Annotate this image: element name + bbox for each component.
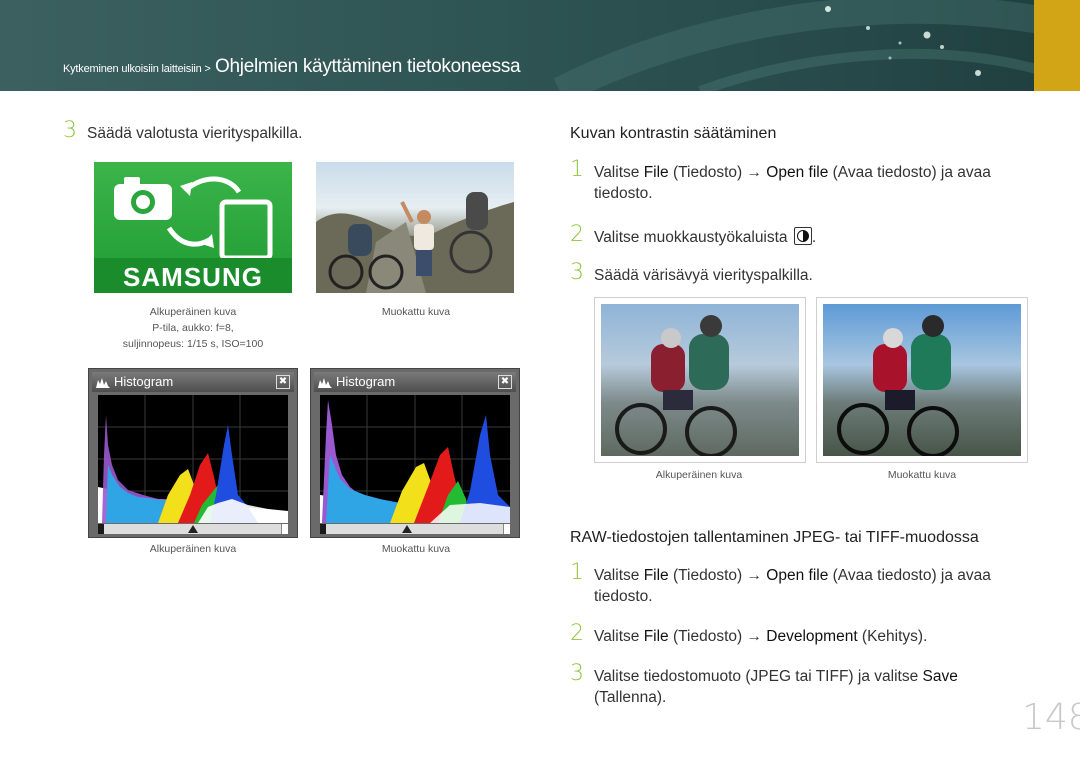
chapter-tab bbox=[1034, 0, 1080, 91]
histogram-window-modified: Histogram ✖ bbox=[310, 368, 520, 538]
breadcrumb: Kytkeminen ulkoisiin laitteisiin > Ohjel… bbox=[63, 56, 521, 78]
text-part: (Avaa tiedosto) ja avaa bbox=[828, 567, 991, 584]
text-part: Valitse bbox=[594, 164, 644, 181]
close-icon[interactable]: ✖ bbox=[498, 375, 512, 389]
text-part: (Tiedosto) → bbox=[668, 567, 767, 584]
step-number: 3 bbox=[570, 260, 584, 285]
breadcrumb-parent[interactable]: Kytkeminen ulkoisiin laitteisiin > bbox=[63, 63, 211, 75]
breadcrumb-current: Ohjelmien käyttäminen tietokoneessa bbox=[215, 56, 521, 77]
slider-black-point[interactable] bbox=[320, 524, 326, 534]
caption-modified-photo: Muokattu kuva bbox=[381, 306, 451, 318]
slider-handle[interactable] bbox=[402, 525, 412, 533]
page-number: 148 bbox=[1022, 697, 1080, 738]
cyclists-illustration bbox=[615, 315, 737, 456]
caption-modified-contrast: Muokattu kuva bbox=[887, 469, 957, 481]
step-text: Valitse muokkaustyökaluista . bbox=[594, 227, 817, 246]
caption-line: Alkuperäinen kuva bbox=[149, 306, 237, 318]
text-part: tiedosto. bbox=[594, 185, 653, 202]
section-heading-contrast: Kuvan kontrastin säätäminen bbox=[570, 125, 777, 142]
menu-keyword: Open file bbox=[766, 567, 829, 584]
histogram-icon bbox=[96, 378, 110, 388]
caption-line: P-tila, aukko: f=8, bbox=[152, 322, 234, 334]
step-number: 1 bbox=[570, 560, 584, 585]
photo-frame-original bbox=[594, 297, 806, 463]
step-text: Valitse File (Tiedosto) → Open file (Ava… bbox=[594, 565, 991, 607]
header-banner: Kytkeminen ulkoisiin laitteisiin > Ohjel… bbox=[0, 0, 1080, 91]
step-number: 1 bbox=[570, 157, 584, 182]
histogram-titlebar: Histogram ✖ bbox=[314, 372, 516, 392]
step-number: 2 bbox=[570, 222, 584, 247]
text-part: (Tiedosto) → bbox=[668, 164, 767, 181]
histogram-plot bbox=[98, 395, 288, 523]
step-text: Säädä valotusta vierityspalkilla. bbox=[87, 125, 303, 142]
step-text: Valitse File (Tiedosto) → Open file (Ava… bbox=[594, 162, 991, 204]
caption-original-histogram: Alkuperäinen kuva bbox=[149, 543, 237, 555]
step-text: Säädä värisävyä vierityspalkilla. bbox=[594, 267, 813, 284]
histogram-titlebar: Histogram ✖ bbox=[92, 372, 294, 392]
text-part: (Kehitys). bbox=[857, 628, 928, 645]
samsung-logo-text: SAMSUNG bbox=[123, 262, 263, 292]
text-part: (Tiedosto) → bbox=[668, 628, 767, 645]
samsung-connect-image: SAMSUNG bbox=[94, 162, 292, 293]
caption-original-contrast: Alkuperäinen kuva bbox=[655, 469, 743, 481]
menu-keyword: File bbox=[643, 567, 669, 584]
cyclists-photo-original bbox=[601, 304, 799, 456]
histogram-slider[interactable] bbox=[320, 524, 510, 534]
step-text: Valitse tiedostomuoto (JPEG tai TIFF) ja… bbox=[594, 666, 958, 708]
histogram-title: Histogram bbox=[336, 374, 396, 389]
cyclists-illustration bbox=[837, 315, 959, 456]
step-number: 3 bbox=[570, 661, 584, 686]
cyclists-photo bbox=[316, 162, 514, 293]
histogram-window-original: Histogram ✖ bbox=[88, 368, 298, 538]
photo-frame-modified bbox=[816, 297, 1028, 463]
step-number: 2 bbox=[570, 621, 584, 646]
menu-keyword: File bbox=[643, 628, 669, 645]
text-part: tiedosto. bbox=[594, 588, 653, 605]
histogram-slider[interactable] bbox=[98, 524, 288, 534]
histogram-icon bbox=[318, 378, 332, 388]
contrast-tool-icon bbox=[793, 227, 812, 245]
text-part: Valitse bbox=[594, 628, 644, 645]
step-text: Valitse File (Tiedosto) → Development (K… bbox=[594, 626, 927, 647]
text-part: Valitse muokkaustyökaluista bbox=[594, 229, 788, 246]
caption-original-photo: Alkuperäinen kuva P-tila, aukko: f=8, su… bbox=[112, 304, 274, 352]
slider-white-point[interactable] bbox=[503, 524, 510, 534]
histogram-graph bbox=[98, 395, 288, 523]
menu-keyword: Open file bbox=[766, 164, 829, 181]
cyclists-photo-modified bbox=[823, 304, 1021, 456]
histogram-graph bbox=[320, 395, 510, 523]
text-part: Valitse bbox=[594, 567, 644, 584]
text-part: (Tallenna). bbox=[594, 689, 667, 706]
menu-keyword: File bbox=[643, 164, 669, 181]
slider-black-point[interactable] bbox=[98, 524, 104, 534]
histogram-title: Histogram bbox=[114, 374, 174, 389]
caption-modified-histogram: Muokattu kuva bbox=[381, 543, 451, 555]
section-heading-raw: RAW-tiedostojen tallentaminen JPEG- tai … bbox=[570, 529, 979, 546]
text-part: (Avaa tiedosto) ja avaa bbox=[828, 164, 991, 181]
histogram-plot bbox=[320, 395, 510, 523]
slider-handle[interactable] bbox=[188, 525, 198, 533]
caption-line: suljinnopeus: 1/15 s, ISO=100 bbox=[122, 338, 264, 350]
cyclists-illustration bbox=[316, 192, 514, 293]
slider-white-point[interactable] bbox=[281, 524, 288, 534]
step-number: 3 bbox=[63, 118, 77, 143]
text-part: Valitse tiedostomuoto (JPEG tai TIFF) ja… bbox=[594, 668, 923, 685]
close-icon[interactable]: ✖ bbox=[276, 375, 290, 389]
menu-keyword: Development bbox=[766, 628, 858, 645]
menu-keyword: Save bbox=[922, 668, 958, 685]
